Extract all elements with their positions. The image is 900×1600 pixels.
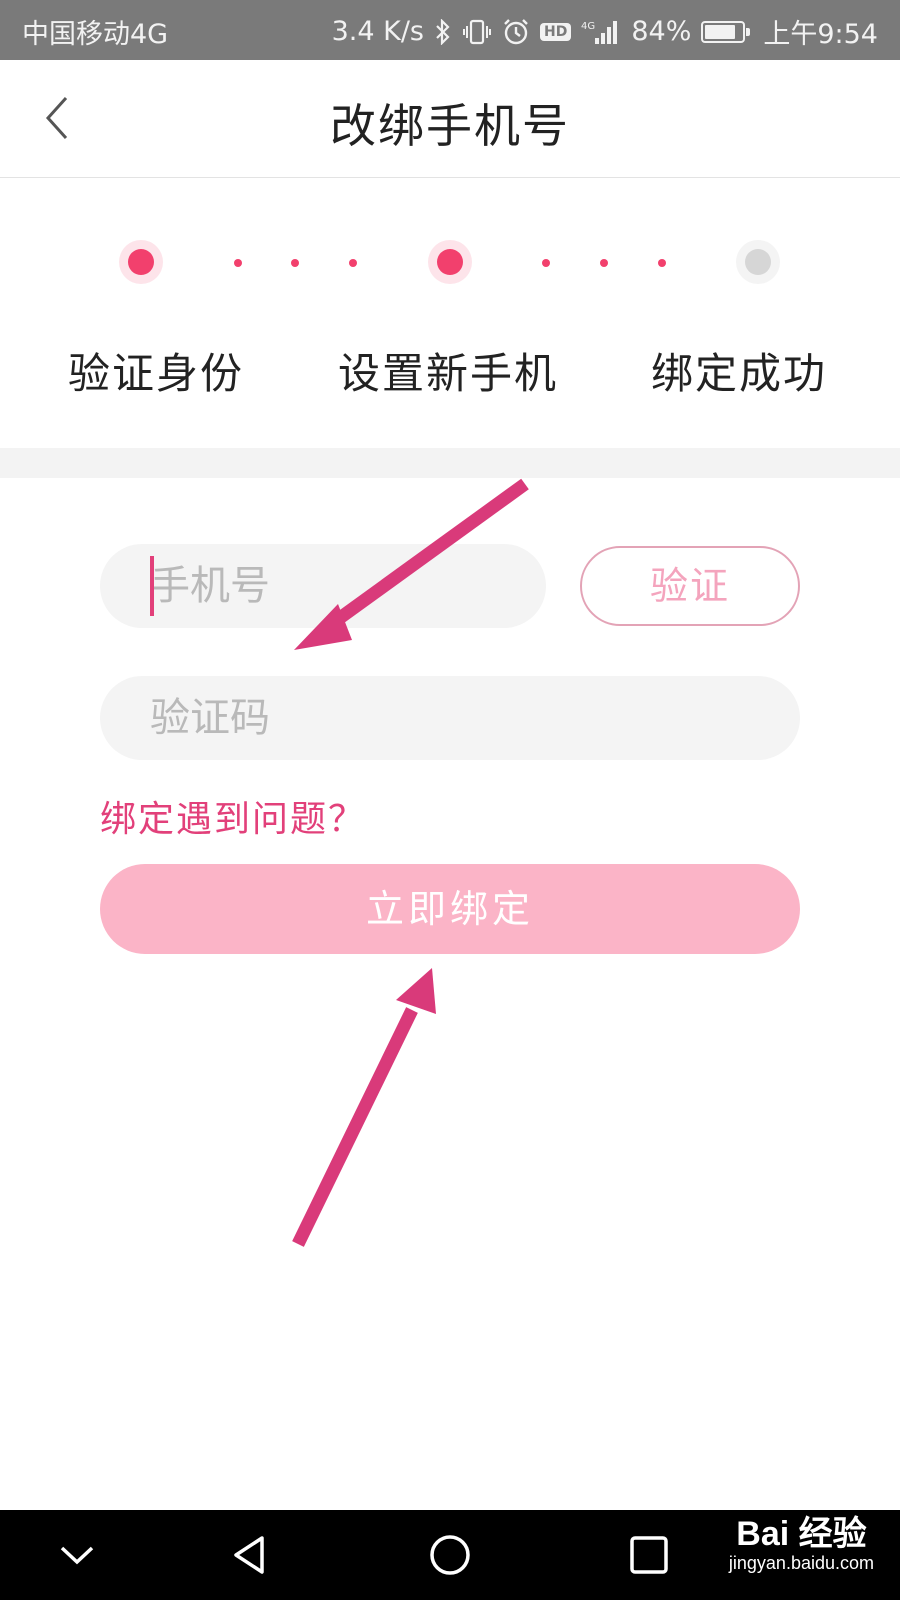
- step-label-verify-identity: 验证身份: [68, 349, 245, 398]
- text-cursor: [150, 556, 154, 616]
- nav-home-button[interactable]: [425, 1530, 475, 1580]
- step-connector-dot: [291, 259, 299, 267]
- battery-fill: [705, 24, 736, 39]
- step-connector-dot: [349, 259, 357, 267]
- step-dot-bind-success: [736, 240, 780, 284]
- verify-button[interactable]: 验证: [580, 546, 800, 626]
- vibrate-icon: [462, 19, 492, 45]
- battery-icon: [701, 20, 751, 43]
- page-title: 改绑手机号: [330, 99, 570, 153]
- annotation-arrow-to-bind-button: [292, 968, 436, 1247]
- code-field[interactable]: [100, 676, 800, 760]
- watermark-brand: Bai 经验: [736, 1515, 867, 1553]
- baidu-jingyan-watermark: Bai 经验 jingyan.baidu.com: [729, 1506, 874, 1574]
- step-label-new-phone: 设置新手机: [338, 349, 559, 398]
- step-connector-dot: [542, 259, 550, 267]
- step-dot-verify-identity: [119, 240, 163, 284]
- phone-field[interactable]: [100, 544, 546, 628]
- hide-keyboard-button[interactable]: [52, 1530, 102, 1580]
- verification-code-input[interactable]: [150, 676, 770, 760]
- bind-problem-link[interactable]: 绑定遇到问题？: [100, 790, 366, 842]
- phone-input[interactable]: [150, 544, 516, 628]
- section-divider: [0, 448, 900, 478]
- battery-percent: 84%: [631, 16, 692, 47]
- watermark-url: jingyan.baidu.com: [728, 1553, 874, 1573]
- network-speed: 3.4 K/s: [331, 16, 424, 47]
- header: 改绑手机号: [0, 60, 900, 178]
- status-bar: 中国移动4G 3.4 K/s HD 4G 84% 上午9:54: [0, 0, 900, 60]
- clock: 上午9:54: [763, 19, 878, 50]
- step-indicator: 验证身份 设置新手机 绑定成功: [0, 178, 900, 448]
- home-circle-icon: [430, 1535, 470, 1575]
- chevron-down-icon: [60, 1546, 94, 1565]
- network-type: 4G: [581, 21, 595, 32]
- status-icons: 3.4 K/s HD 4G 84% 上午9:54: [332, 12, 878, 51]
- carrier-label: 中国移动4G: [22, 19, 169, 50]
- step-dot-new-phone: [428, 240, 472, 284]
- alarm-icon: [502, 18, 530, 46]
- step-connector-dot: [234, 259, 242, 267]
- nav-back-button[interactable]: [226, 1530, 276, 1580]
- step-label-bind-success: 绑定成功: [651, 349, 828, 398]
- hd-badge: HD: [540, 22, 572, 41]
- signal-icon: 4G: [581, 18, 621, 46]
- bind-now-button[interactable]: 立即绑定: [100, 864, 800, 954]
- step-connector-dot: [658, 259, 666, 267]
- nav-recents-button[interactable]: [624, 1530, 674, 1580]
- bluetooth-icon: [434, 18, 452, 45]
- back-triangle-icon: [234, 1536, 264, 1574]
- recents-square-icon: [630, 1536, 668, 1574]
- step-connector-dot: [600, 259, 608, 267]
